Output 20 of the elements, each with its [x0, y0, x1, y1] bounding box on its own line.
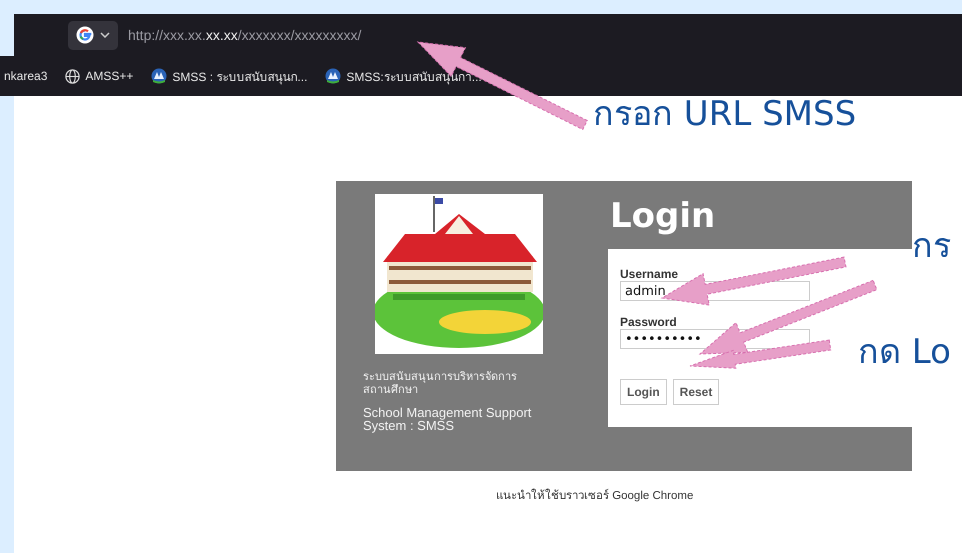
- system-name: ระบบสนับสนุนการบริหารจัดการสถานศึกษา: [363, 370, 518, 396]
- password-label: Password: [620, 315, 678, 329]
- annotation-text: กรอก URL SMSS: [593, 94, 856, 134]
- system-name: School Management Support System : SMSS: [363, 406, 532, 432]
- annotation-text: กร: [912, 226, 951, 266]
- google-icon: [76, 26, 94, 44]
- globe-icon: [65, 68, 80, 84]
- site-logo-icon: [151, 68, 168, 84]
- bookmark[interactable]: AMSS++: [65, 68, 134, 84]
- search-engine-button[interactable]: [68, 20, 118, 50]
- login-button[interactable]: Login: [620, 379, 667, 405]
- site-logo-icon: [325, 68, 342, 84]
- chevron-down-icon: [100, 32, 110, 38]
- address-bar[interactable]: http://xxx.xx.xx.xx/xxxxxxx/xxxxxxxxx/: [128, 27, 362, 43]
- bookmark[interactable]: SMSS : ระบบสนับสนุนก...: [151, 66, 308, 86]
- annotation-text: กด Lo: [858, 332, 951, 372]
- bookmark[interactable]: nkarea3: [4, 69, 48, 83]
- reset-button[interactable]: Reset: [672, 379, 720, 405]
- username-label: Username: [620, 267, 680, 281]
- browser-recommendation: แนะนำให้ใช้บราวเซอร์ Google Chrome: [496, 488, 694, 504]
